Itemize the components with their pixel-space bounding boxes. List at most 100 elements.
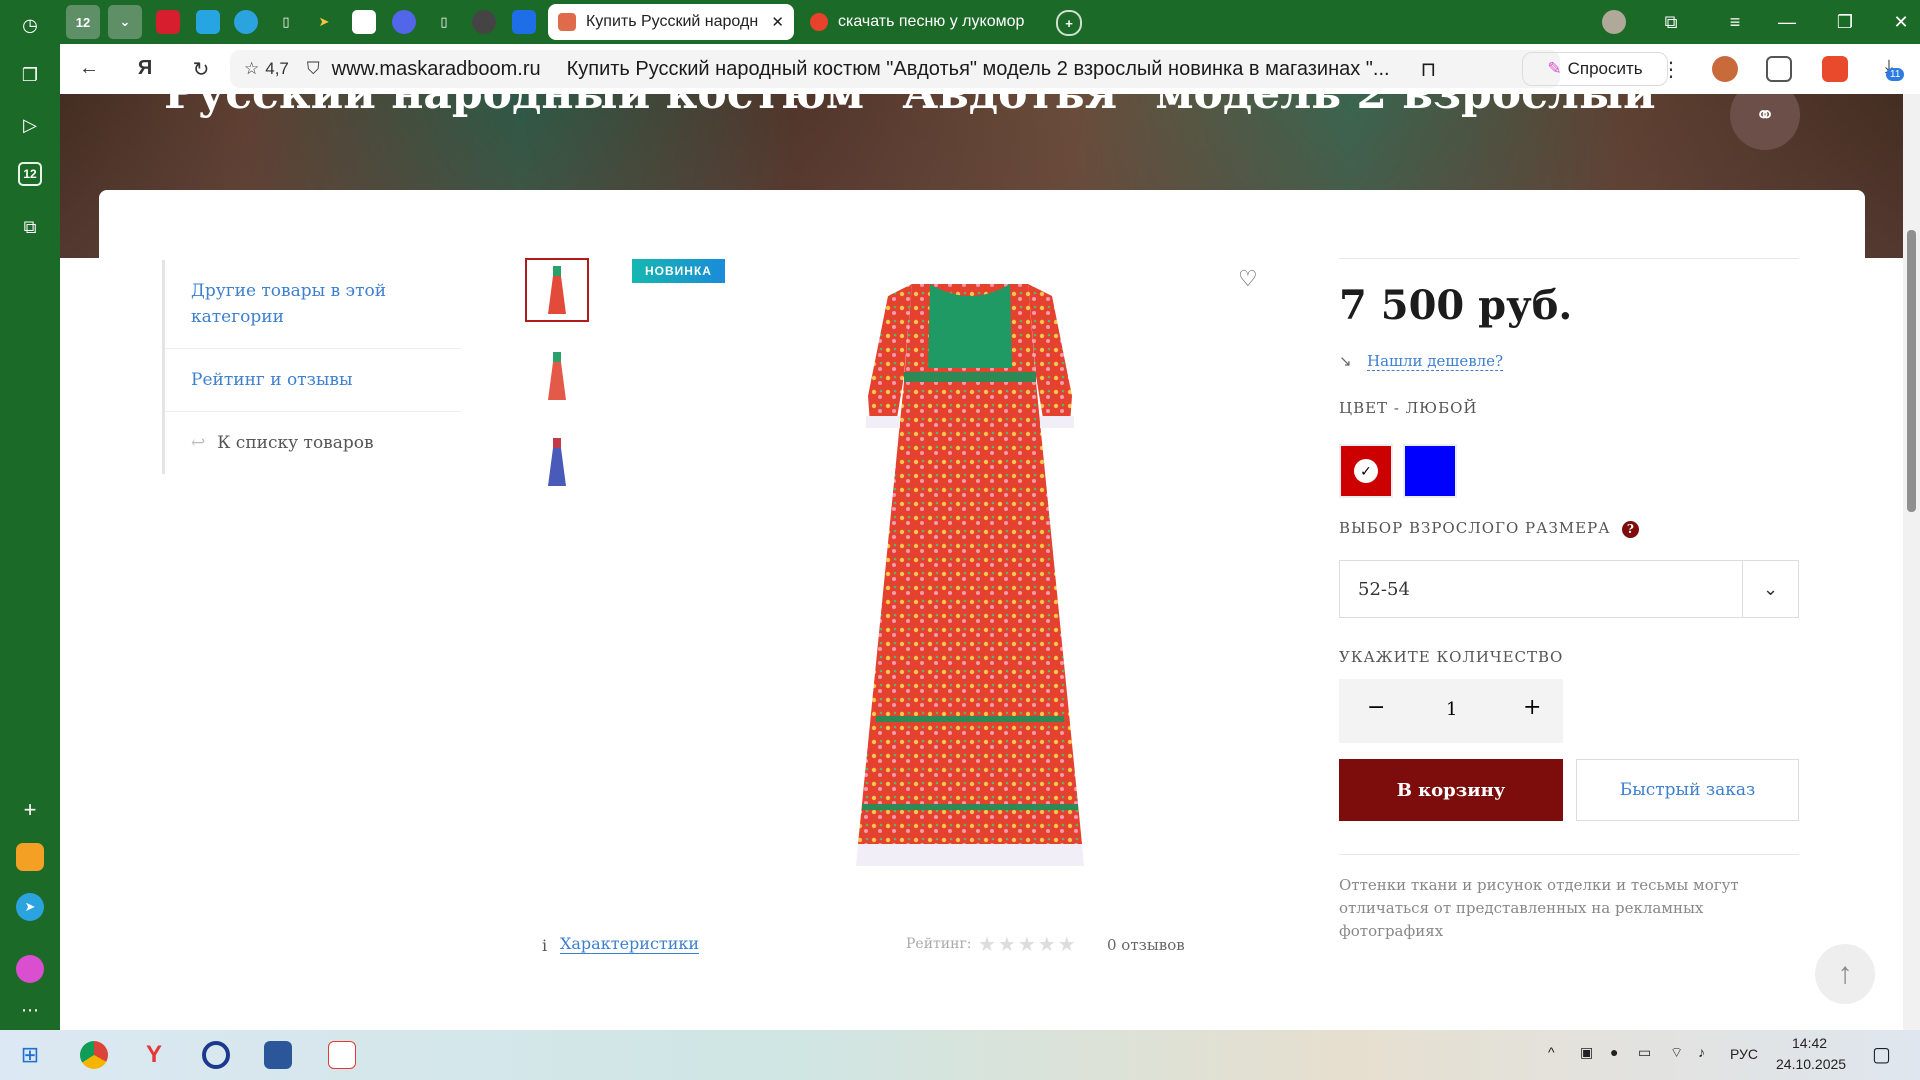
rating-stars[interactable]: ★★★★★ — [978, 932, 1078, 957]
extension-2-icon[interactable] — [1766, 56, 1792, 82]
tray-language[interactable]: РУС — [1730, 1046, 1758, 1062]
new-tab-icon[interactable]: + — [1056, 10, 1082, 36]
reload-icon[interactable]: ↻ — [188, 57, 214, 82]
more-icon[interactable]: ⋯ — [15, 995, 45, 1025]
chevron-down-icon[interactable]: ⌄ — [108, 5, 142, 39]
pinned-tab-mail-icon[interactable] — [512, 10, 536, 34]
product-side-nav: Другие товары в этой категории Рейтинг и… — [162, 260, 462, 474]
minus-button[interactable]: − — [1367, 695, 1385, 720]
video-icon[interactable]: ▷ — [15, 110, 45, 140]
tray-time[interactable]: 14:42 — [1792, 1035, 1827, 1051]
pinned-tab-2-icon[interactable] — [196, 10, 220, 34]
pinned-tab-telegram-icon[interactable] — [234, 10, 258, 34]
size-select-value: 52-54 — [1358, 578, 1410, 600]
window-close-icon[interactable]: ✕ — [1890, 12, 1912, 33]
pinned-tab-nav-icon[interactable]: ➤ — [312, 10, 336, 34]
tray-chevron-up-icon[interactable]: ^ — [1548, 1044, 1555, 1060]
check-icon: ✓ — [1354, 459, 1378, 483]
yandex-favicon-icon — [810, 13, 828, 31]
tray-wifi-icon[interactable]: ⌔ — [1670, 1044, 1683, 1062]
sidebar-counter[interactable]: 12 — [18, 162, 42, 186]
chevron-down-icon[interactable]: ⌄ — [1742, 561, 1798, 617]
pinned-tab-doc-icon[interactable]: ▯ — [274, 10, 298, 34]
characteristics-tab[interactable]: Характеристики — [560, 934, 700, 954]
tray-mic-icon[interactable]: ● — [1610, 1044, 1618, 1060]
nav-other-items-link[interactable]: Другие товары в этой категории — [165, 260, 462, 349]
gallery-thumb-1[interactable] — [525, 258, 589, 322]
security-shield-icon[interactable]: ⛉ — [307, 59, 320, 79]
gallery-thumb-2[interactable] — [525, 344, 589, 408]
gallery-thumb-3[interactable] — [525, 430, 589, 494]
screenshot-icon[interactable]: ⧉ — [15, 212, 45, 242]
color-swatch-blue[interactable] — [1403, 444, 1457, 498]
star-icon: ☆ — [244, 59, 260, 78]
reviews-count[interactable]: 0 отзывов — [1107, 936, 1185, 954]
windows-start-icon[interactable]: ⊞ — [16, 1041, 44, 1069]
tray-volume-icon[interactable]: ♪ — [1698, 1044, 1705, 1060]
product-main-image[interactable] — [800, 276, 1140, 876]
alice-icon[interactable] — [16, 955, 44, 983]
size-select[interactable]: 52-54 ⌄ — [1339, 560, 1799, 618]
favorite-heart-icon[interactable]: ♡ — [1238, 266, 1258, 292]
page-scrollbar[interactable] — [1903, 94, 1920, 1030]
scroll-to-top-icon[interactable]: ↑ — [1815, 944, 1875, 1004]
yandex-home-icon[interactable]: Я — [132, 57, 158, 80]
tab-inactive-title: скачать песню у лукомор — [838, 13, 1025, 30]
back-icon[interactable]: ← — [76, 57, 102, 80]
mail-app-icon[interactable] — [16, 843, 44, 871]
collections-icon[interactable]: ❐ — [15, 60, 45, 90]
history-icon[interactable]: ◷ — [15, 10, 45, 40]
tab-active[interactable]: Купить Русский народн ✕ — [548, 4, 794, 40]
menu-icon[interactable]: ≡ — [1724, 12, 1746, 33]
scrollbar-thumb[interactable] — [1907, 230, 1916, 512]
nav-back-to-list-link[interactable]: ↩ К списку товаров — [165, 412, 462, 474]
address-bar-row: ← Я ↻ ☆ 4,7 ⛉ www.maskaradboom.ru Купить… — [60, 44, 1920, 94]
notifications-icon[interactable]: ▢ — [1872, 1042, 1891, 1067]
tabs-overview-icon[interactable]: ⧉ — [1660, 12, 1682, 33]
page-title: Русский народный костюм "Авдотья" модель… — [164, 94, 1656, 119]
add-to-cart-button[interactable]: В корзину — [1339, 759, 1563, 821]
tab-inactive[interactable]: скачать песню у лукомор — [800, 4, 1100, 40]
tray-device-icon[interactable]: ▣ — [1580, 1044, 1593, 1061]
fabric-note: Оттенки ткани и рисунок отделки и тесьмы… — [1339, 876, 1739, 940]
quick-order-button[interactable]: Быстрый заказ — [1576, 759, 1799, 821]
omnibox[interactable]: ☆ 4,7 ⛉ www.maskaradboom.ru Купить Русск… — [230, 50, 1560, 88]
nav-reviews-link[interactable]: Рейтинг и отзывы — [165, 349, 462, 412]
help-icon[interactable]: ? — [1622, 521, 1640, 538]
pinned-tab-5-icon[interactable] — [392, 10, 416, 34]
tab-group-count: 12 — [75, 14, 91, 30]
quantity-label: УКАЖИТЕ КОЛИЧЕСТВО — [1339, 648, 1564, 666]
chrome-icon[interactable] — [80, 1041, 108, 1069]
pinned-tab-7-icon[interactable] — [472, 10, 496, 34]
pinned-tab-doc2-icon[interactable]: ▯ — [432, 10, 456, 34]
tab-group-button[interactable]: 12 — [66, 5, 100, 39]
pinned-tab-1-icon[interactable] — [156, 10, 180, 34]
quantity-value[interactable]: 1 — [1446, 699, 1457, 720]
color-swatch-red[interactable]: ✓ — [1339, 444, 1393, 498]
telegram-icon[interactable]: ➤ — [16, 893, 44, 921]
dress-red-alt-thumb-icon — [548, 352, 566, 400]
minimize-icon[interactable]: — — [1776, 12, 1798, 33]
tray-battery-icon[interactable]: ▭ — [1638, 1044, 1651, 1061]
more-vertical-icon[interactable]: ⋮ — [1658, 57, 1684, 82]
app-c-icon[interactable] — [202, 1041, 230, 1069]
ask-button[interactable]: ✎ Спросить — [1522, 52, 1668, 86]
pinned-tab-image-icon[interactable] — [352, 10, 376, 34]
plus-button[interactable]: + — [1523, 695, 1541, 720]
tray-date[interactable]: 24.10.2025 — [1776, 1056, 1846, 1072]
close-icon[interactable]: ✕ — [771, 13, 784, 31]
bookmark-icon[interactable]: ⊓ — [1421, 57, 1437, 82]
extension-3-icon[interactable] — [1822, 56, 1848, 82]
downloads-icon[interactable]: ⤓ 11 — [1876, 56, 1905, 82]
add-panel-icon[interactable]: + — [15, 795, 45, 825]
ask-icon: ✎ — [1547, 59, 1562, 78]
tab-active-title: Купить Русский народн — [585, 13, 759, 30]
restore-icon[interactable]: ❐ — [1834, 12, 1856, 33]
size-label: ВЫБОР ВЗРОСЛОГО РАЗМЕРА ? — [1339, 519, 1640, 538]
extension-1-icon[interactable] — [1712, 56, 1738, 82]
profile-avatar[interactable] — [1602, 10, 1626, 34]
found-cheaper-link[interactable]: Нашли дешевле? — [1367, 352, 1504, 371]
word-icon[interactable] — [264, 1041, 292, 1069]
yandex-browser-taskbar-icon[interactable]: Y — [140, 1041, 168, 1069]
yandex-app-icon[interactable] — [328, 1041, 356, 1069]
